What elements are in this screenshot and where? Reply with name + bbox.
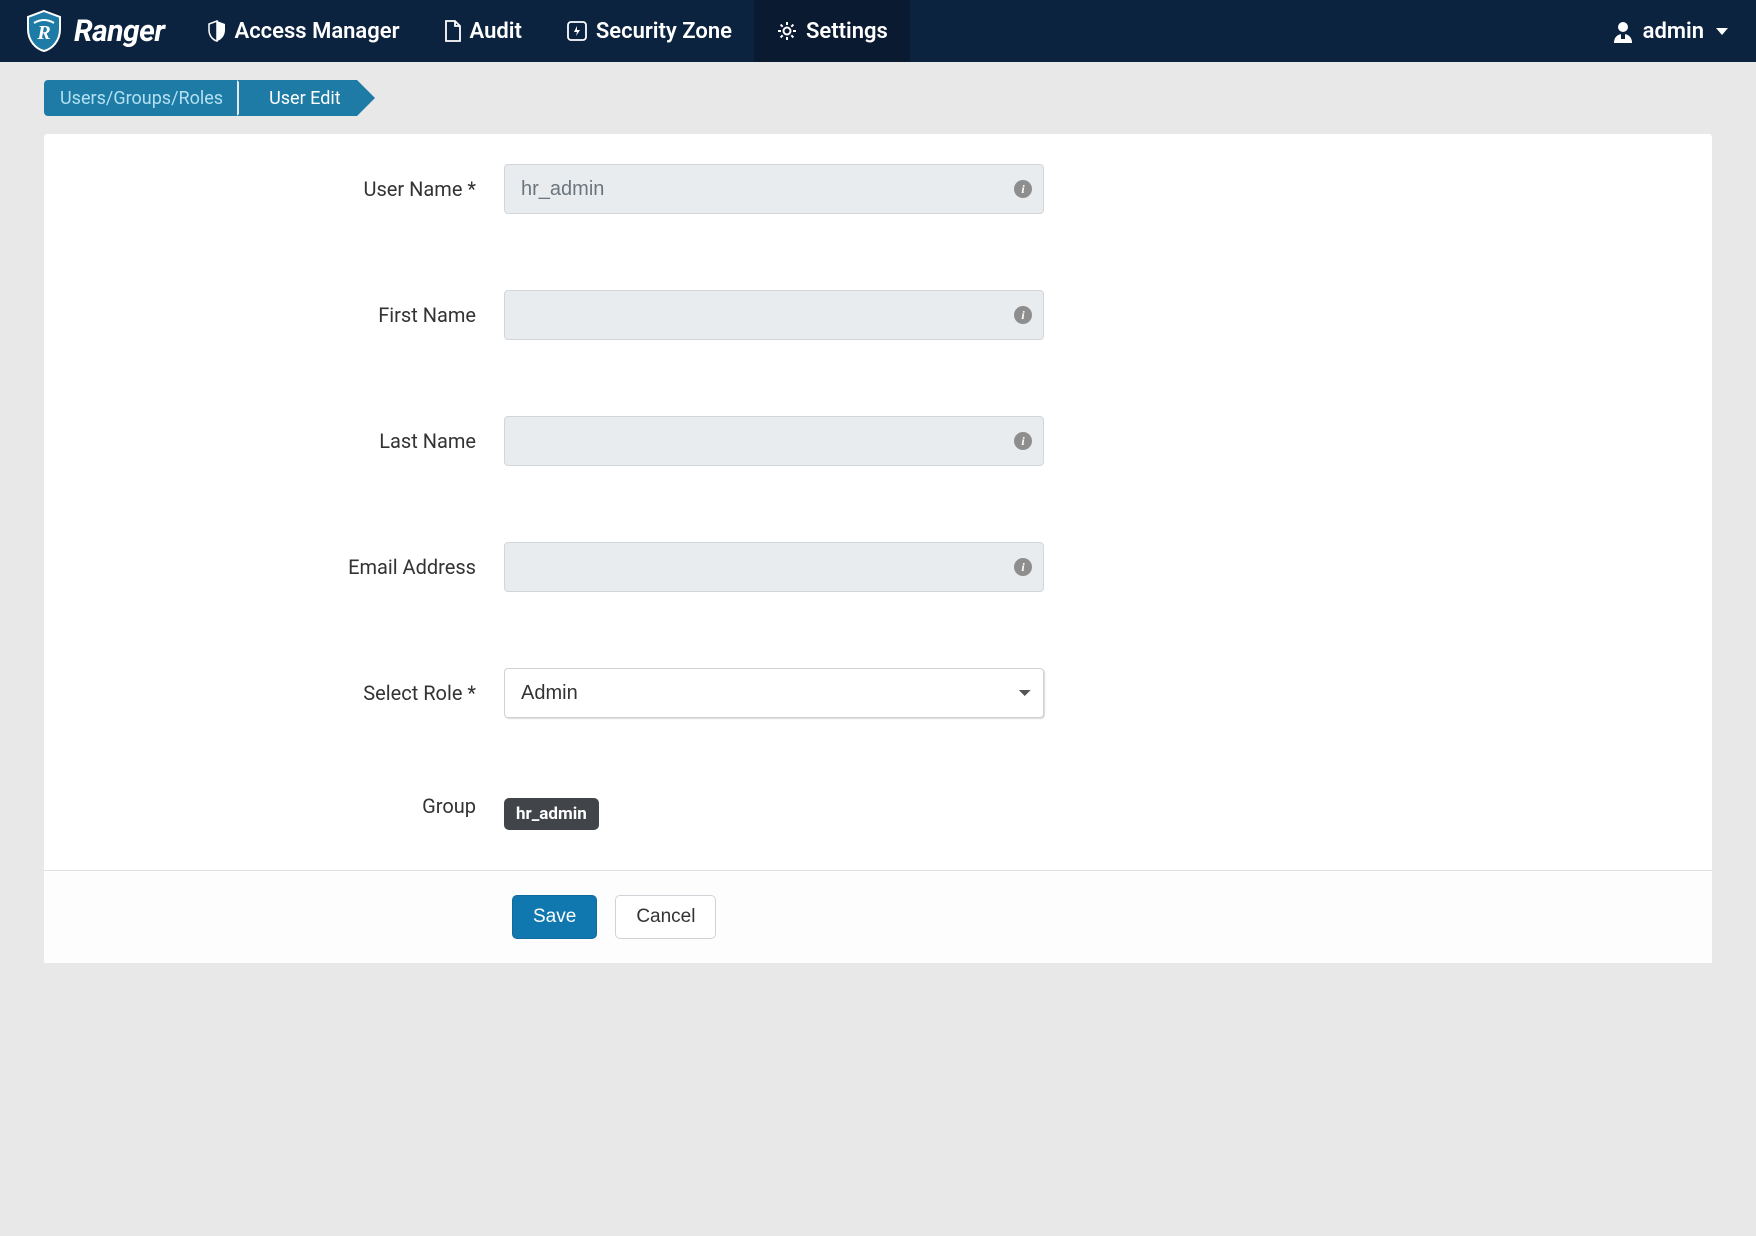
row-last-name: Last Name i [44,416,1712,466]
user-menu[interactable]: admin [1583,19,1756,44]
user-name-input[interactable] [504,164,1044,214]
breadcrumb: Users/Groups/Roles User Edit [0,62,1756,116]
user-label: admin [1643,19,1704,44]
breadcrumb-users-groups-roles[interactable]: Users/Groups/Roles [44,80,239,116]
email-input[interactable] [504,542,1044,592]
gear-icon [776,20,798,42]
file-icon [444,20,462,42]
row-user-name: User Name * i [44,164,1712,214]
row-first-name: First Name i [44,290,1712,340]
nav-label: Audit [470,19,522,44]
label-role: Select Role * [84,681,504,705]
info-icon[interactable]: i [1014,432,1032,450]
user-edit-panel: User Name * i First Name i Last Name i E… [44,134,1712,963]
save-button[interactable]: Save [512,895,597,939]
group-chip: hr_admin [504,798,599,830]
nav-access-manager[interactable]: Access Manager [185,0,422,62]
info-icon[interactable]: i [1014,180,1032,198]
nav-label: Access Manager [235,19,400,44]
label-group: Group [84,794,504,818]
nav-items: Access Manager Audit Security Zone Setti… [185,0,910,62]
brand-name: Ranger [74,14,165,49]
breadcrumb-label: User Edit [269,88,341,109]
cancel-button[interactable]: Cancel [615,895,716,939]
zone-icon [566,20,588,42]
nav-label: Settings [806,19,888,44]
panel-footer: Save Cancel [44,870,1712,963]
first-name-input[interactable] [504,290,1044,340]
svg-text:R: R [36,22,50,44]
role-select[interactable]: Admin [504,668,1044,718]
shield-half-icon [207,20,227,42]
nav-security-zone[interactable]: Security Zone [544,0,754,62]
info-icon[interactable]: i [1014,558,1032,576]
info-icon[interactable]: i [1014,306,1032,324]
nav-audit[interactable]: Audit [422,0,544,62]
nav-settings[interactable]: Settings [754,0,910,62]
last-name-input[interactable] [504,416,1044,466]
label-user-name: User Name * [84,177,504,201]
row-group: Group hr_admin [44,794,1712,830]
label-first-name: First Name [84,303,504,327]
label-last-name: Last Name [84,429,504,453]
nav-label: Security Zone [596,19,732,44]
top-navbar: R Ranger Access Manager Audit Security Z… [0,0,1756,62]
row-email: Email Address i [44,542,1712,592]
breadcrumb-label: Users/Groups/Roles [60,88,223,109]
row-role: Select Role * Admin [44,668,1712,718]
brand[interactable]: R Ranger [0,9,185,53]
ranger-logo-icon: R [24,9,64,53]
label-email: Email Address [84,555,504,579]
chevron-down-icon [1716,28,1728,35]
user-icon [1611,19,1635,43]
